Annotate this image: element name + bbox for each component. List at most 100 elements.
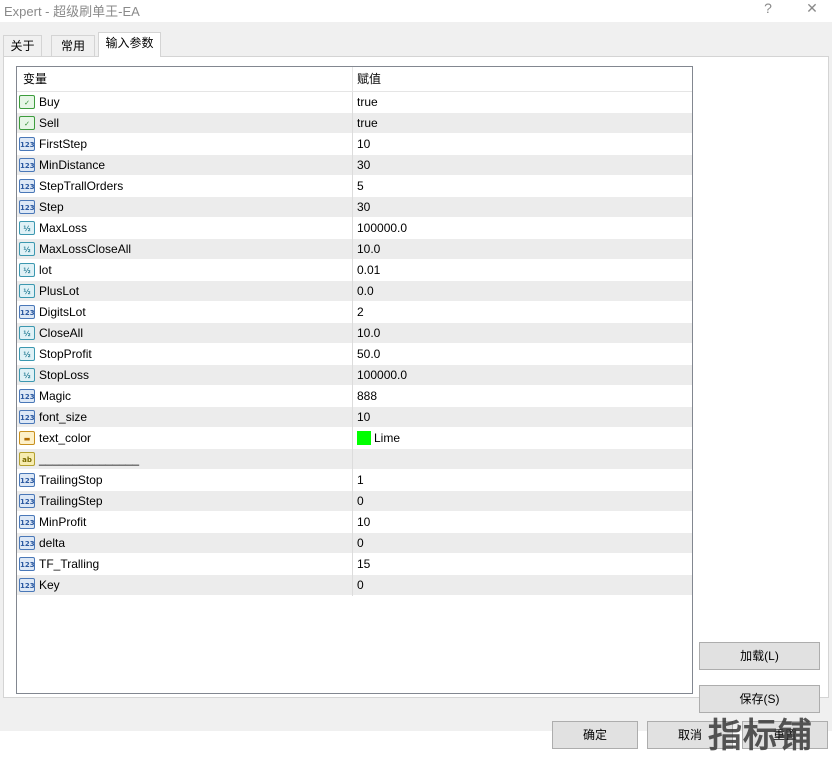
parameter-value-cell[interactable]: Lime (353, 428, 692, 449)
parameter-value-cell[interactable]: true (353, 113, 692, 134)
table-row[interactable]: ½ MaxLoss 100000.0 (17, 218, 692, 239)
parameter-value-cell[interactable]: 1 (353, 470, 692, 491)
table-row[interactable]: ✓ Buy true (17, 92, 692, 113)
tab-inputs[interactable]: 输入参数 (98, 32, 161, 57)
table-row[interactable]: 123 TF_Tralling 15 (17, 554, 692, 575)
integer-type-icon: 123 (19, 389, 35, 403)
table-row[interactable]: 123 DigitsLot 2 (17, 302, 692, 323)
parameter-name-cell[interactable]: 123 FirstStep (17, 134, 353, 155)
parameter-value-cell[interactable]: 30 (353, 155, 692, 176)
parameter-value: 10.0 (357, 326, 381, 340)
table-row[interactable]: ½ StopLoss 100000.0 (17, 365, 692, 386)
parameter-value-cell[interactable]: 10 (353, 407, 692, 428)
parameter-name-cell[interactable]: 123 StepTrallOrders (17, 176, 353, 197)
table-row[interactable]: 123 Magic 888 (17, 386, 692, 407)
table-row[interactable]: 123 Key 0 (17, 575, 692, 596)
parameter-value-cell[interactable]: 100000.0 (353, 365, 692, 386)
table-row[interactable]: 123 TrailingStep 0 (17, 491, 692, 512)
parameter-value-cell[interactable]: 0 (353, 575, 692, 596)
table-row[interactable]: 123 delta 0 (17, 533, 692, 554)
table-row[interactable]: 123 Step 30 (17, 197, 692, 218)
parameter-value-cell[interactable]: 0 (353, 533, 692, 554)
table-row[interactable]: 123 StepTrallOrders 5 (17, 176, 692, 197)
table-row[interactable]: 123 MinProfit 10 (17, 512, 692, 533)
parameter-name-cell[interactable]: ½ lot (17, 260, 353, 281)
help-icon[interactable]: ? (758, 0, 778, 18)
table-row[interactable]: 123 FirstStep 10 (17, 134, 692, 155)
parameter-name-cell[interactable]: 123 MinDistance (17, 155, 353, 176)
window-title: Expert - 超级刷单王-EA (4, 4, 140, 19)
parameter-name-cell[interactable]: 123 DigitsLot (17, 302, 353, 323)
color-swatch (357, 431, 371, 445)
table-row[interactable]: ab _______________ (17, 449, 692, 470)
parameter-value-cell[interactable]: 50.0 (353, 344, 692, 365)
parameter-name-cell[interactable]: ½ StopLoss (17, 365, 353, 386)
parameter-name-cell[interactable]: 123 font_size (17, 407, 353, 428)
parameter-name-cell[interactable]: ½ StopProfit (17, 344, 353, 365)
parameter-name-cell[interactable]: 123 TrailingStep (17, 491, 353, 512)
parameter-value-cell[interactable]: 10.0 (353, 323, 692, 344)
parameter-name-cell[interactable]: ✓ Sell (17, 113, 353, 134)
parameter-name-cell[interactable]: ab _______________ (17, 449, 353, 470)
tab-common[interactable]: 常用 (51, 35, 95, 57)
parameter-name: TF_Tralling (39, 557, 100, 571)
grid-header: 变量 赋值 (17, 67, 692, 92)
parameter-value-cell[interactable]: 15 (353, 554, 692, 575)
table-row[interactable]: ½ PlusLot 0.0 (17, 281, 692, 302)
table-row[interactable]: ½ lot 0.01 (17, 260, 692, 281)
parameter-name-cell[interactable]: 123 TrailingStop (17, 470, 353, 491)
parameter-value-cell[interactable] (353, 449, 692, 470)
parameter-name: lot (39, 263, 52, 277)
parameter-value-cell[interactable]: 0.01 (353, 260, 692, 281)
parameter-name-cell[interactable]: ✓ Buy (17, 92, 353, 113)
double-type-icon: ½ (19, 368, 35, 382)
parameter-value: 1 (357, 473, 364, 487)
parameter-value-cell[interactable]: 2 (353, 302, 692, 323)
table-row[interactable]: 123 MinDistance 30 (17, 155, 692, 176)
parameter-value-cell[interactable]: 10 (353, 134, 692, 155)
table-row[interactable]: ▬ text_color Lime (17, 428, 692, 449)
parameter-name: _______________ (39, 452, 140, 466)
parameter-name-cell[interactable]: ½ MaxLossCloseAll (17, 239, 353, 260)
table-row[interactable]: 123 TrailingStop 1 (17, 470, 692, 491)
integer-type-icon: 123 (19, 515, 35, 529)
ok-button[interactable]: 确定 (552, 721, 638, 749)
parameter-value-cell[interactable]: 10 (353, 512, 692, 533)
parameter-name: font_size (39, 410, 88, 424)
parameter-name-cell[interactable]: 123 MinProfit (17, 512, 353, 533)
table-row[interactable]: ½ CloseAll 10.0 (17, 323, 692, 344)
parameter-name-cell[interactable]: 123 TF_Tralling (17, 554, 353, 575)
parameter-value-cell[interactable]: 0 (353, 491, 692, 512)
parameter-name: TrailingStep (39, 494, 103, 508)
table-row[interactable]: ½ StopProfit 50.0 (17, 344, 692, 365)
parameter-value-cell[interactable]: 888 (353, 386, 692, 407)
parameter-value-cell[interactable]: 30 (353, 197, 692, 218)
parameter-value: 50.0 (357, 347, 381, 361)
parameter-name-cell[interactable]: 123 Magic (17, 386, 353, 407)
parameter-name-cell[interactable]: 123 delta (17, 533, 353, 554)
parameter-name-cell[interactable]: ½ CloseAll (17, 323, 353, 344)
tab-about[interactable]: 关于 (3, 35, 42, 57)
parameter-name-cell[interactable]: ▬ text_color (17, 428, 353, 449)
close-icon[interactable]: ✕ (802, 0, 822, 18)
parameter-value: 30 (357, 200, 371, 214)
parameter-value-cell[interactable]: 5 (353, 176, 692, 197)
parameter-value-cell[interactable]: true (353, 92, 692, 113)
parameter-name: text_color (39, 431, 92, 445)
column-header-variable[interactable]: 变量 (17, 67, 353, 92)
load-button[interactable]: 加载(L) (699, 642, 820, 670)
parameter-name-cell[interactable]: 123 Key (17, 575, 353, 596)
table-row[interactable]: ✓ Sell true (17, 113, 692, 134)
parameter-value-cell[interactable]: 100000.0 (353, 218, 692, 239)
parameter-name-cell[interactable]: ½ MaxLoss (17, 218, 353, 239)
parameter-value-cell[interactable]: 0.0 (353, 281, 692, 302)
parameter-value-cell[interactable]: 10.0 (353, 239, 692, 260)
table-row[interactable]: ½ MaxLossCloseAll 10.0 (17, 239, 692, 260)
table-row[interactable]: 123 font_size 10 (17, 407, 692, 428)
parameter-name-cell[interactable]: 123 Step (17, 197, 353, 218)
integer-type-icon: 123 (19, 158, 35, 172)
parameter-name: Buy (39, 95, 60, 109)
column-header-value[interactable]: 赋值 (353, 67, 692, 92)
integer-type-icon: 123 (19, 473, 35, 487)
parameter-name-cell[interactable]: ½ PlusLot (17, 281, 353, 302)
